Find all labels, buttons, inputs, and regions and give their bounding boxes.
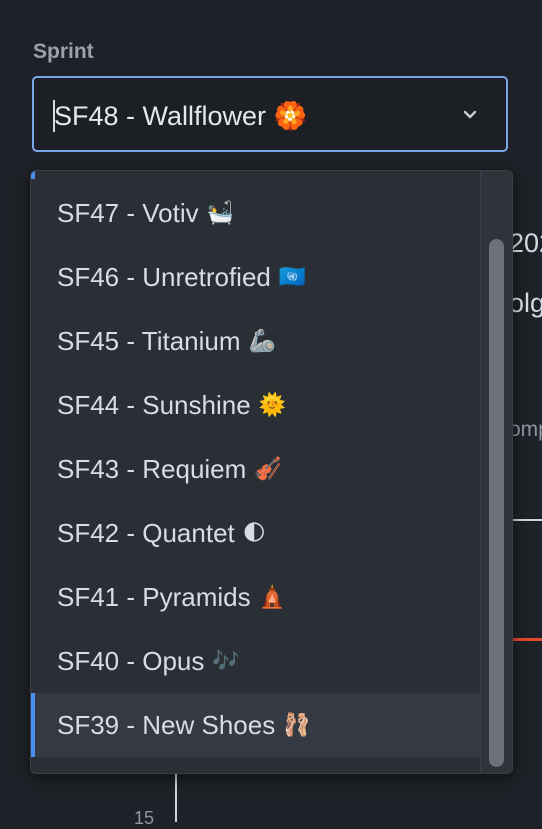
chart-gridline [513,519,542,521]
sprint-option[interactable]: SF46 - Unretrofied 🇺🇳 [31,245,482,309]
scrollbar-thumb[interactable] [489,239,504,767]
dropdown-scrollbar[interactable] [480,171,512,773]
sprint-option-label: SF44 - Sunshine [57,389,251,420]
sprint-select-value: SF48 - Wallflower 🏵️ [54,101,308,131]
dropdown-top-indicator [31,171,35,179]
sprint-dropdown-menu: SF47 - Votiv 🛀 SF46 - Unretrofied 🇺🇳 SF45 - … [30,170,513,774]
sprint-emoji-icon: 🛀 [206,200,235,225]
sprint-option-label: SF46 - Unretrofied [57,261,271,292]
chevron-down-icon[interactable] [460,104,480,124]
sprint-option-label: SF39 - New Shoes [57,709,276,740]
sprint-emoji-icon: 🦾 [248,328,276,353]
background-text-fragment: 202 [509,228,542,258]
sprint-option-label: SF45 - Titanium [57,325,241,356]
sprint-option-label: SF43 - Requiem [57,453,247,484]
sprint-field-label: Sprint [33,40,94,63]
sprint-option[interactable]: SF44 - Sunshine 🌞 [31,373,482,437]
sprint-option-label: SF47 - Votiv [57,197,199,228]
background-text-fragment: olg [509,288,542,318]
chart-axis-line [175,774,177,822]
sprint-option-label: SF40 - Opus [57,645,205,676]
sprint-emoji-icon: 🩰 [283,712,311,737]
sprint-emoji-icon: 🛕 [258,584,287,609]
sprint-emoji-icon: 🎻 [254,456,282,481]
sprint-emoji-icon: 🎶 [212,648,240,673]
sprint-option[interactable]: SF41 - Pyramids 🛕 [31,565,482,629]
sprint-option-label: SF42 - Quantet [57,517,235,548]
chart-axis-tick-label: 15 [134,808,155,828]
sprint-option[interactable]: SF42 - Quantet 🌓 [31,501,482,565]
chart-data-line [513,638,542,641]
sprint-select[interactable]: SF48 - Wallflower 🏵️ [32,76,508,152]
sprint-option[interactable]: SF47 - Votiv 🛀 [31,181,482,245]
sprint-option[interactable]: SF39 - New Shoes 🩰 [31,693,482,757]
sprint-option[interactable]: SF45 - Titanium 🦾 [31,309,482,373]
sprint-option-label: SF41 - Pyramids [57,581,251,612]
background-text-fragment: omp [509,418,542,441]
sprint-emoji-icon: 🌞 [258,392,287,417]
sprint-emoji-icon: 🌓 [242,520,266,545]
sprint-option[interactable]: SF40 - Opus 🎶 [31,629,482,693]
sprint-options-list: SF47 - Votiv 🛀 SF46 - Unretrofied 🇺🇳 SF45 - … [31,181,482,757]
sprint-option[interactable]: SF43 - Requiem 🎻 [31,437,482,501]
sprint-emoji-icon: 🇺🇳 [278,264,307,289]
